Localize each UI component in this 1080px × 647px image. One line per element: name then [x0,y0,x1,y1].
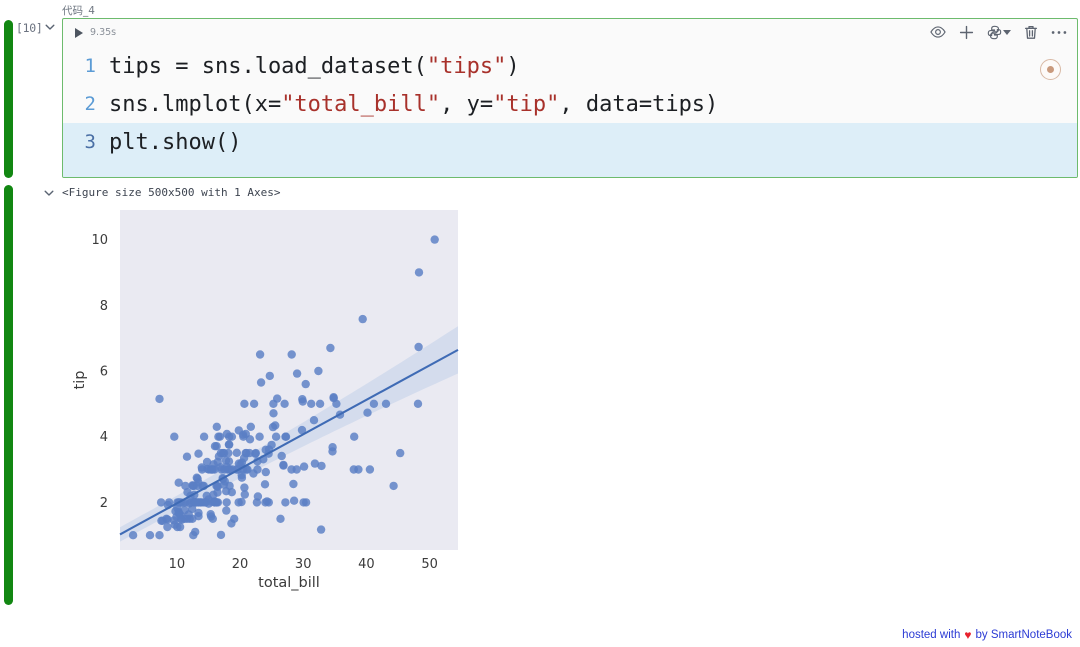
python-kernel-icon [986,24,1002,40]
svg-text:30: 30 [295,557,312,572]
ellipsis-icon[interactable] [1051,24,1067,40]
line-number: 1 [84,55,96,77]
eye-icon[interactable] [930,24,946,40]
y-axis-ticks: 2 4 6 8 10 [91,233,108,511]
svg-text:6: 6 [100,365,108,380]
execution-count: [10] [16,21,43,35]
active-line-fill [63,161,1077,177]
line-number: 3 [84,131,96,153]
svg-text:4: 4 [100,430,108,445]
code-token: plt.show() [109,129,242,155]
footer-prefix: hosted with [902,629,961,641]
x-axis-label: total_bill [258,575,320,591]
cell-selection-bar-code[interactable] [4,20,13,178]
figure-repr-text: <Figure size 500x500 with 1 Axes> [62,186,281,199]
code-line[interactable]: 2 sns.lmplot(x= "total_bill" , y= "tip" … [63,85,1077,123]
code-token: tips = sns.load_dataset( [109,53,427,79]
code-token: , data=tips) [559,91,719,117]
play-icon [75,27,83,38]
cell-toolbar: 9.35s [63,19,1077,80]
svg-text:40: 40 [358,557,375,572]
code-line-active[interactable]: 3 plt.show() [63,123,1077,161]
cell-name-label[interactable]: 代码_4 [62,3,95,18]
svg-text:10: 10 [169,557,186,572]
chevron-down-icon [1003,29,1011,35]
run-cell-button[interactable]: 9.35s [75,27,116,38]
code-token-string: "total_bill" [281,91,441,117]
code-editor[interactable]: 1 tips = sns.load_dataset( "tips" ) 2 sn… [63,47,1077,177]
svg-text:50: 50 [421,557,438,572]
heart-icon: ♥ [964,628,972,642]
plus-icon[interactable] [958,24,974,40]
footer-suffix[interactable]: by SmartNoteBook [975,629,1072,641]
line-number: 2 [84,93,96,115]
svg-text:20: 20 [232,557,249,572]
chevron-down-icon[interactable] [42,186,56,200]
footer: hosted with ♥ by SmartNoteBook [902,628,1072,642]
svg-text:10: 10 [91,233,108,248]
svg-text:2: 2 [100,496,108,511]
code-token-string: "tip" [493,91,560,117]
y-axis-label: tip [72,371,88,390]
code-cell[interactable]: 9.35s 1 tips = sns.load_dataset("tips" … [62,18,1078,178]
cell-selection-bar-output[interactable] [4,185,13,605]
chevron-down-icon[interactable] [43,20,57,34]
cell-action-icons [930,24,1067,40]
code-line[interactable]: 1 tips = sns.load_dataset( "tips" ) [63,47,1077,85]
output-figure: 10 20 30 40 50 2 4 6 8 10 total_bill tip [62,205,482,600]
code-token-string: "tips" [426,53,507,79]
scatter-plot: 10 20 30 40 50 2 4 6 8 10 total_bill tip [72,210,459,591]
x-axis-ticks: 10 20 30 40 50 [169,557,438,572]
trash-icon[interactable] [1023,24,1039,40]
code-token: , y= [440,91,494,117]
run-duration: 9.35s [90,27,117,38]
code-token: ) [506,53,520,79]
code-token: sns.lmplot(x= [109,91,282,117]
kernel-selector[interactable] [986,24,1011,40]
svg-text:8: 8 [100,299,108,314]
